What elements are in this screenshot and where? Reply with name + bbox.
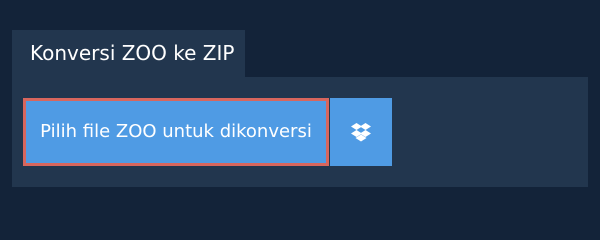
dropbox-icon: [351, 123, 371, 142]
converter-tab: Konversi ZOO ke ZIP: [12, 30, 245, 77]
choose-file-button[interactable]: Pilih file ZOO untuk dikonversi: [23, 98, 329, 166]
dropbox-button[interactable]: [330, 98, 392, 166]
choose-file-label: Pilih file ZOO untuk dikonversi: [40, 121, 312, 142]
converter-tab-title: Konversi ZOO ke ZIP: [30, 41, 235, 65]
